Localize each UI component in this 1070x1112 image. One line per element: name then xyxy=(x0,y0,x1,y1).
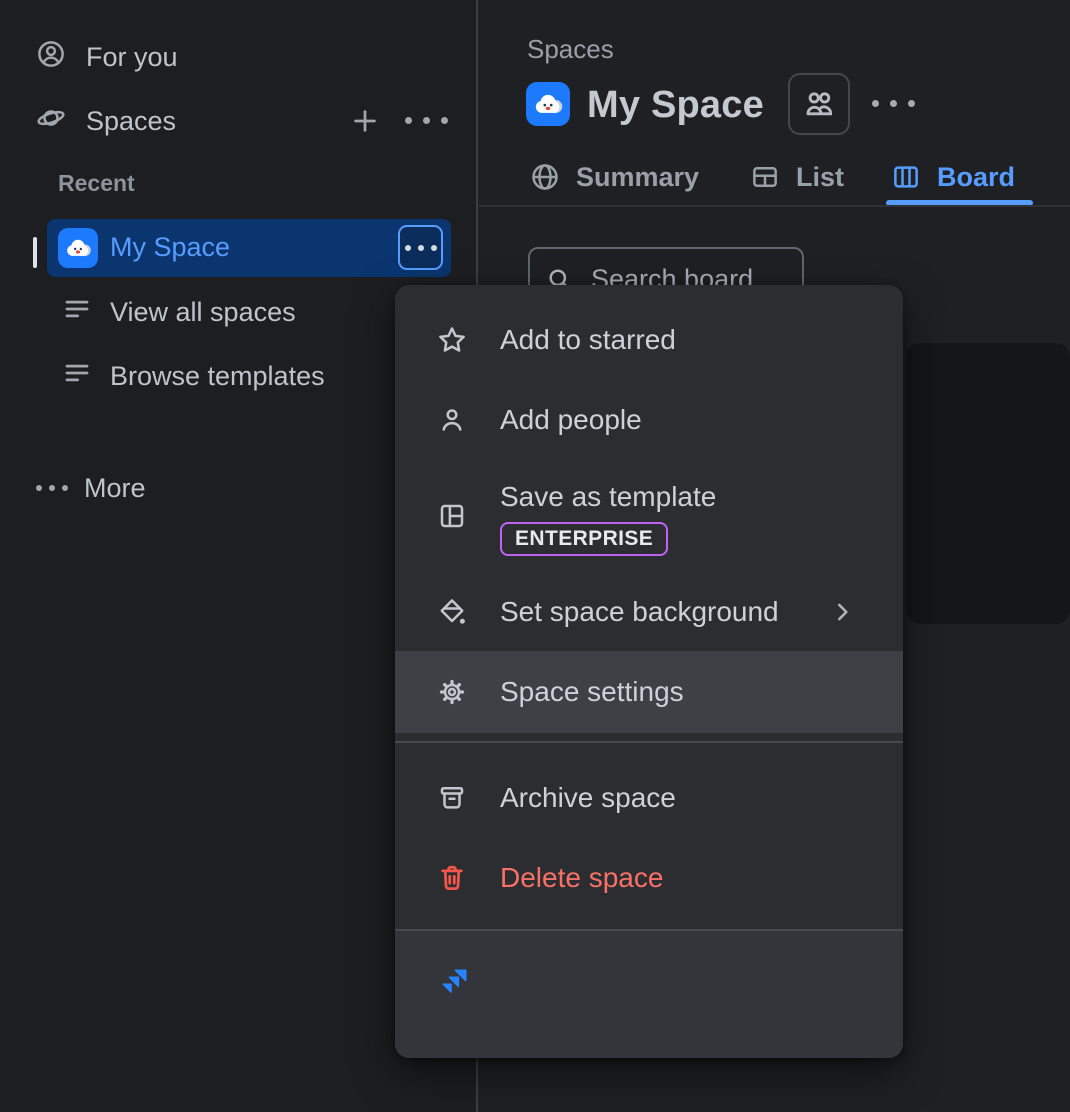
menu-item-label: Add people xyxy=(500,404,642,436)
tab-label: List xyxy=(796,162,844,193)
recent-section-heading: Recent xyxy=(58,170,135,197)
person-icon xyxy=(437,405,467,435)
sidebar-item-more[interactable]: More xyxy=(36,470,146,506)
active-space-indicator xyxy=(33,237,37,268)
tab-label: Board xyxy=(937,162,1015,193)
menu-item-label: Space settings xyxy=(500,676,684,708)
tab-list[interactable]: List xyxy=(750,160,844,194)
space-avatar-large xyxy=(526,82,570,126)
sidebar-item-spaces[interactable]: Spaces xyxy=(36,102,176,140)
globe-icon xyxy=(530,162,560,192)
tabs-divider xyxy=(479,205,1070,207)
tab-label: Summary xyxy=(576,162,699,193)
menu-item-add-people[interactable]: Add people xyxy=(395,382,903,458)
menu-item-label: Set space background xyxy=(500,596,779,628)
sidebar-item-label: For you xyxy=(86,42,178,73)
menu-item-label: Archive space xyxy=(500,782,676,814)
list-lines-icon xyxy=(62,358,92,395)
tab-summary[interactable]: Summary xyxy=(530,160,699,194)
space-context-menu: Add to starred Add people Save as templa… xyxy=(395,285,903,1058)
menu-item-add-to-starred[interactable]: Add to starred xyxy=(395,302,903,378)
user-circle-icon xyxy=(36,39,66,76)
menu-item-save-as-template[interactable]: Save as template xyxy=(395,462,903,574)
sidebar-item-label: Browse templates xyxy=(110,361,325,392)
sidebar-item-view-all-spaces[interactable]: View all spaces xyxy=(62,294,296,330)
add-space-button[interactable] xyxy=(350,106,380,141)
menu-item-label: Add to starred xyxy=(500,324,676,356)
sidebar-item-browse-templates[interactable]: Browse templates xyxy=(62,358,325,394)
space-avatar xyxy=(58,228,98,268)
menu-divider xyxy=(395,741,903,743)
sidebar-item-label: My Space xyxy=(110,232,230,263)
more-dots-icon xyxy=(36,485,68,491)
app-window: For you Spaces Recent xyxy=(0,0,1070,1112)
sidebar-item-my-space[interactable]: My Space xyxy=(47,219,451,277)
spaces-more-button[interactable] xyxy=(405,117,448,124)
chevron-right-icon xyxy=(829,599,855,625)
gear-icon xyxy=(437,677,467,707)
menu-footer-space-type: Software space Team-managed xyxy=(395,931,903,1058)
planet-icon xyxy=(36,103,66,140)
trash-icon xyxy=(437,863,467,893)
menu-item-space-settings[interactable]: Space settings xyxy=(395,651,903,733)
page-title: My Space xyxy=(587,84,764,127)
table-icon xyxy=(750,162,780,192)
enterprise-badge: ENTERPRISE xyxy=(500,522,668,556)
jira-logo-icon xyxy=(439,966,470,997)
paint-bucket-icon xyxy=(437,597,467,627)
menu-item-set-space-background[interactable]: Set space background xyxy=(395,574,903,650)
archive-box-icon xyxy=(437,783,467,813)
manage-people-button[interactable] xyxy=(788,73,850,135)
menu-item-label: Save as template xyxy=(500,481,716,513)
template-layout-icon xyxy=(437,501,467,531)
breadcrumb[interactable]: Spaces xyxy=(527,34,614,65)
sidebar-item-for-you[interactable]: For you xyxy=(36,38,178,76)
menu-item-delete-space[interactable]: Delete space xyxy=(395,840,903,916)
sidebar-item-label: Spaces xyxy=(86,106,176,137)
sidebar-item-label: More xyxy=(84,473,146,504)
board-column xyxy=(906,343,1070,624)
menu-item-archive-space[interactable]: Archive space xyxy=(395,760,903,836)
sidebar-item-label: View all spaces xyxy=(110,297,296,328)
header-more-button[interactable] xyxy=(872,100,915,107)
space-options-button[interactable] xyxy=(398,225,443,270)
menu-item-label: Delete space xyxy=(500,862,663,894)
list-lines-icon xyxy=(62,294,92,331)
tab-board[interactable]: Board xyxy=(891,160,1015,194)
star-icon xyxy=(437,325,467,355)
board-columns-icon xyxy=(891,162,921,192)
